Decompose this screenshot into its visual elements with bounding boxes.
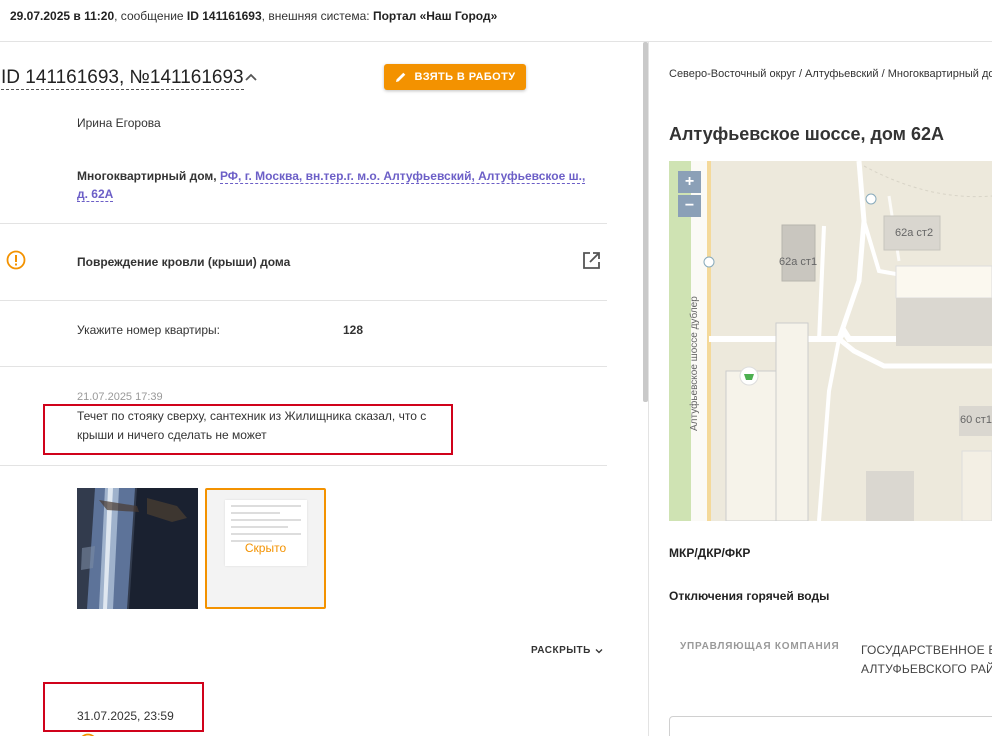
management-company-line: ГОСУДАРСТВЕННОЕ БЮ — [861, 643, 992, 657]
mkr-section: МКР/ДКР/ФКР — [669, 546, 751, 560]
message-id: ID 141161693 — [186, 9, 262, 23]
document-thumbnail — [225, 500, 307, 566]
message-header: 29.07.2025 в 11:20, сообщение ID 1411616… — [0, 0, 992, 42]
management-company-line: АЛТУФЬЕВСКОГО РАЙО — [861, 662, 992, 676]
location-title: Алтуфьевское шоссе, дом 62А — [669, 124, 945, 144]
zoom-out-button[interactable]: − — [678, 195, 701, 217]
chevron-up-icon[interactable] — [244, 72, 258, 82]
object-address: Многоквартирный дом, РФ, г. Москва, вн.т… — [77, 169, 586, 202]
zoom-in-button[interactable]: + — [678, 171, 701, 193]
hidden-label: Скрыто — [244, 541, 287, 555]
attachment-photo[interactable] — [77, 488, 198, 609]
map-building-label: 62а ст2 — [895, 227, 934, 239]
hidden-attachment[interactable]: Скрыто — [205, 488, 326, 609]
message-header-line: 29.07.2025 в 11:20, сообщение ID 1411616… — [10, 9, 497, 23]
apartment-value: 128 — [343, 323, 364, 337]
highlight-box — [43, 682, 204, 732]
pipe-photo — [77, 488, 198, 609]
pencil-icon — [395, 72, 405, 82]
warning-icon — [6, 250, 26, 270]
apartment-label: Укажите номер квартиры: — [77, 323, 221, 337]
map[interactable]: + − 62а ст1 62а ст2 60 ст1 Алтуфьевское … — [669, 161, 992, 521]
highlight-box — [43, 404, 453, 455]
location-panel: Северо-Восточный округ / Алтуфьевский / … — [649, 42, 992, 736]
external-link-icon[interactable] — [582, 251, 601, 270]
divider — [0, 223, 607, 224]
issue-category: Повреждение кровли (крыши) дома — [77, 255, 291, 269]
map-street-label: Алтуфьевское шоссе дублер — [689, 296, 700, 431]
applicant-name: Ирина Егорова — [77, 116, 161, 130]
external-system-name: Портал «Наш Город» — [372, 9, 498, 23]
map-zoom-controls: + − — [678, 171, 701, 217]
comment-date: 21.07.2025 17:39 — [77, 391, 163, 403]
take-to-work-button[interactable]: ВЗЯТЬ В РАБОТУ — [384, 64, 526, 90]
management-company-value: ГОСУДАРСТВЕННОЕ БЮ АЛТУФЬЕВСКОГО РАЙО — [861, 641, 992, 679]
map-building-label: 62а ст1 — [779, 256, 818, 268]
message-datetime: 29.07.2025 в 11:20 — [10, 9, 115, 23]
external-system-label: , внешняя система: — [261, 9, 373, 23]
object-type: Многоквартирный дом — [77, 169, 214, 183]
take-to-work-label: ВЗЯТЬ В РАБОТУ — [414, 71, 516, 83]
message-label: , сообщение — [114, 9, 187, 23]
ticket-title[interactable]: ID 141161693, №141161693 — [1, 67, 244, 90]
divider — [0, 465, 607, 466]
map-building-label: 60 ст1 — [960, 414, 992, 426]
map-canvas — [669, 161, 992, 521]
warning-icon — [81, 733, 95, 736]
hot-water-section: Отключения горячей воды — [669, 589, 830, 603]
location-breadcrumb: Северо-Восточный округ / Алтуфьевский / … — [669, 68, 992, 80]
management-company-label: УПРАВЛЯЮЩАЯ КОМПАНИЯ — [680, 641, 840, 652]
input-box[interactable] — [669, 716, 992, 736]
divider — [0, 300, 607, 301]
divider — [0, 366, 607, 367]
ticket-panel: ID 141161693, №141161693 ВЗЯТЬ В РАБОТУ … — [0, 42, 643, 736]
expand-label: РАСКРЫТЬ — [531, 645, 591, 656]
expand-button[interactable]: РАСКРЫТЬ — [531, 645, 603, 656]
chevron-down-icon — [595, 648, 603, 653]
